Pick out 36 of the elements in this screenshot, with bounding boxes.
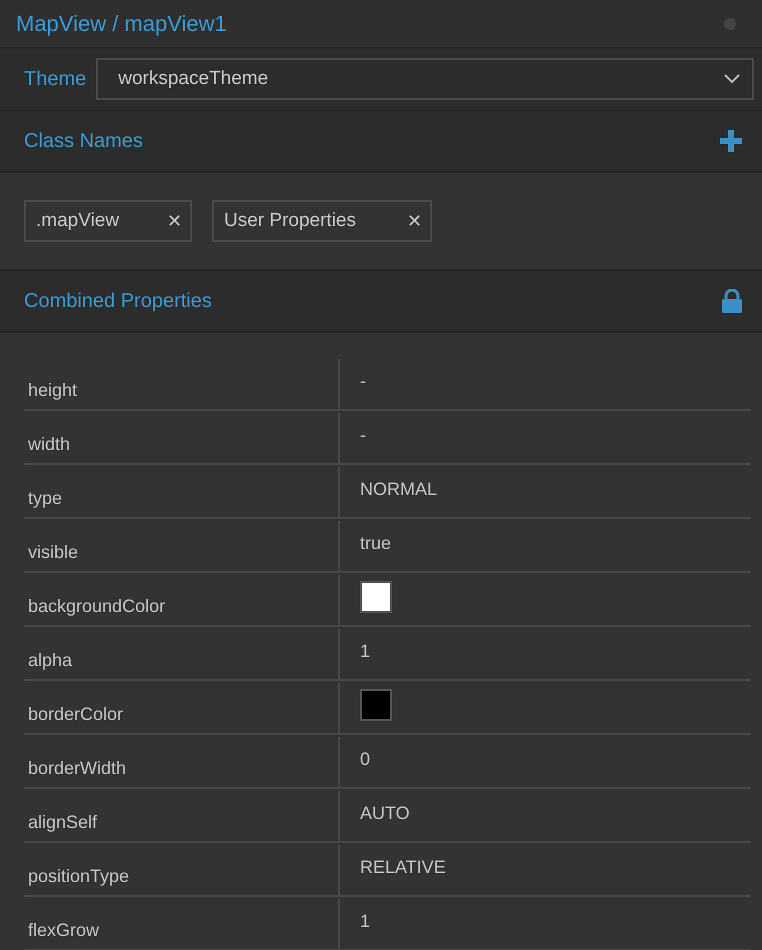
close-button[interactable]: ✕ [399,210,430,232]
property-value: true [360,532,392,554]
property-value: 1 [360,910,370,932]
property-name: type [24,467,340,517]
color-swatch[interactable] [360,581,392,613]
close-button[interactable]: ✕ [159,210,190,232]
property-value: NORMAL [360,478,438,500]
chip-label: .mapView [36,210,120,232]
class-chip[interactable]: .mapView ✕ [24,200,192,242]
chevron-down-icon [724,74,740,84]
property-name: height [24,359,340,409]
property-name: backgroundColor [24,575,340,625]
property-value: - [360,370,366,392]
theme-label: Theme [24,68,86,90]
property-value: RELATIVE [360,856,446,878]
property-name: visible [24,521,340,571]
property-name: flexGrow [24,899,340,949]
property-name: borderColor [24,683,340,733]
section-title: Class Names [24,130,143,152]
panel-title: MapView / mapView1 [16,10,227,36]
add-icon[interactable] [720,130,742,152]
property-name: borderWidth [24,737,340,787]
lock-icon [722,289,742,313]
property-value: - [360,424,366,446]
property-value: 0 [360,748,370,770]
property-name: width [24,413,340,463]
property-value: AUTO [360,802,410,824]
theme-dropdown[interactable]: workspaceTheme [96,58,754,100]
property-name: alignSelf [24,791,340,841]
chip-label: User Properties [224,210,356,232]
section-title: Combined Properties [24,290,212,312]
color-swatch[interactable] [360,689,392,721]
class-chip[interactable]: User Properties ✕ [212,200,432,242]
property-name: positionType [24,845,340,895]
property-value: 1 [360,640,370,662]
property-name: alpha [24,629,340,679]
